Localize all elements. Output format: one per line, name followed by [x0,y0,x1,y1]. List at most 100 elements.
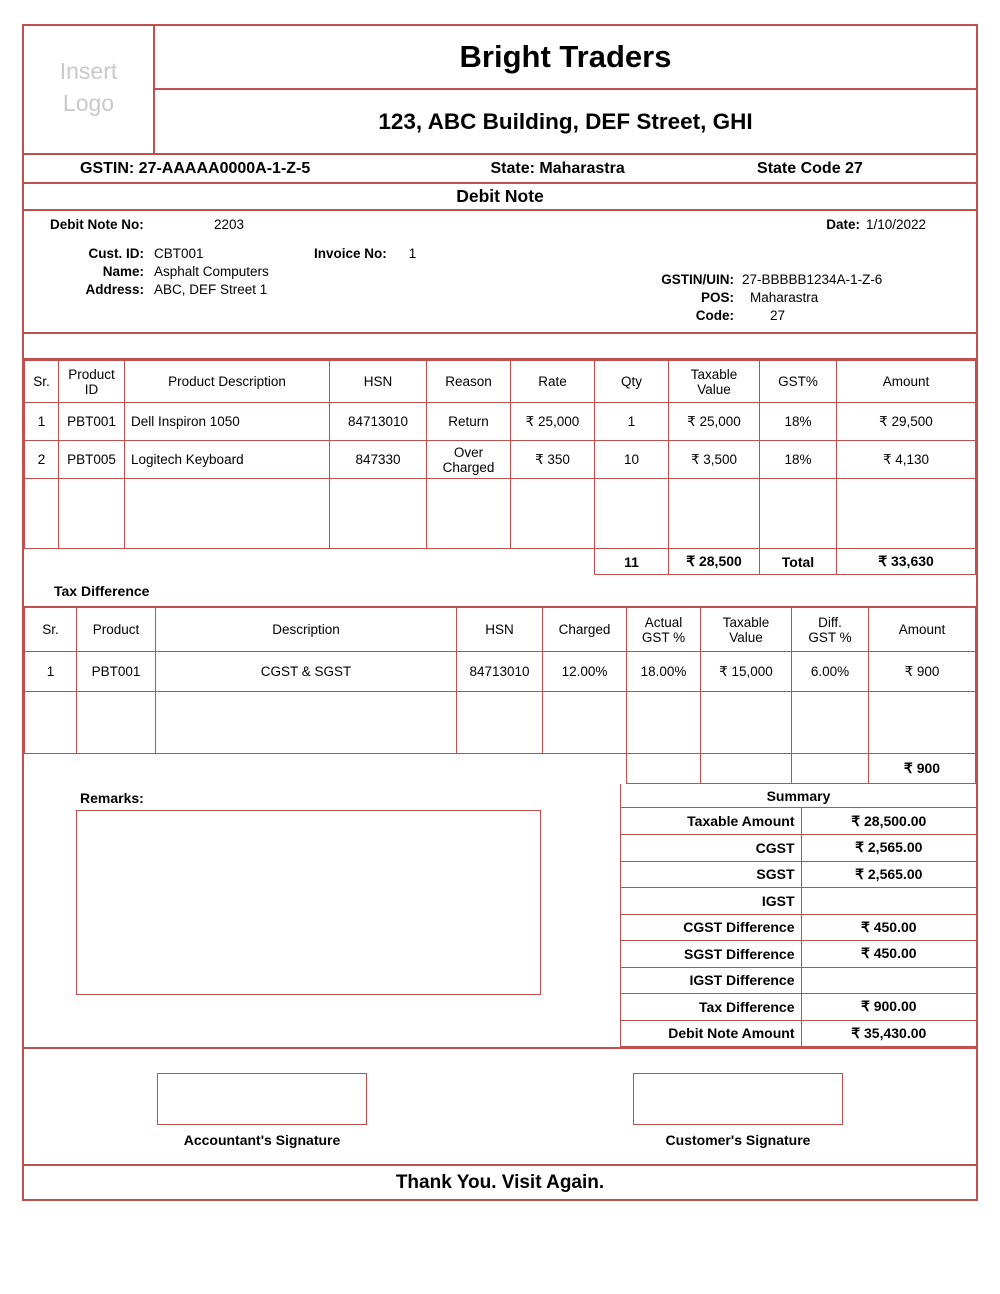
meta-block: Debit Note No: 2203 Date: 1/10/2022 Cust… [24,211,976,334]
summary-value: ₹ 2,565.00 [800,861,976,888]
masthead: Insert Logo Bright Traders 123, ABC Buil… [24,26,976,155]
items-filler-row [24,478,976,549]
date-label: Date: [826,217,860,232]
taxdiff-hsn: 84713010 [456,651,543,692]
summary-row-debit-note-amount: Debit Note Amount ₹ 35,430.00 [621,1020,976,1047]
taxdiff-amount: ₹ 900 [868,651,976,692]
logo-placeholder-line2: Logo [62,89,115,116]
item-description: Dell Inspiron 1050 [124,402,330,441]
taxdiff-total-blank [700,753,792,784]
customer-name-row: Name: Asphalt Computers [24,264,624,279]
pos-value: Maharastra [750,290,819,305]
item-description: Logitech Keyboard [124,440,330,479]
items-th-hsn: HSN [329,360,427,403]
taxdiff-actual-gst: 18.00% [626,651,701,692]
table-row: 2 PBT005 Logitech Keyboard 847330 Over C… [24,440,976,479]
taxdiff-th-actual-l2: GST % [641,629,686,645]
filler-cell [791,691,869,754]
filler-cell [836,478,976,549]
company-address: 123, ABC Building, DEF Street, GHI [155,90,976,155]
items-th-description: Product Description [124,360,330,403]
taxdiff-th-product: Product [76,607,156,652]
totals-amount: ₹ 33,630 [836,548,976,575]
summary-label: IGST Difference [621,967,802,994]
summary-value: ₹ 35,430.00 [800,1020,976,1047]
item-taxable-value: ₹ 3,500 [668,440,760,479]
thank-you-banner: Thank You. Visit Again. [24,1166,976,1201]
summary-row-sgst: SGST ₹ 2,565.00 [621,861,976,888]
customer-address-value: ABC, DEF Street 1 [154,282,268,297]
taxdiff-charged: 12.00% [542,651,627,692]
items-th-qty: Qty [594,360,669,403]
table-row: 1 PBT001 CGST & SGST 84713010 12.00% 18.… [24,651,976,692]
accountant-signature-box[interactable] [157,1073,367,1125]
summary-value [800,887,976,915]
tax-difference-table: Sr. Product Description HSN Charged Actu… [24,607,976,784]
taxdiff-th-charged: Charged [542,607,627,652]
summary-title: Summary [621,784,976,808]
taxdiff-th-taxable-l1: Taxable [722,614,770,630]
filler-cell [76,691,156,754]
items-th-rate: Rate [510,360,595,403]
summary-row-taxable-amount: Taxable Amount ₹ 28,500.00 [621,808,976,835]
gstin-uin-value: 27-BBBBB1234A-1-Z-6 [742,272,883,287]
totals-blank [329,548,427,575]
customer-signature-label: Customer's Signature [665,1132,811,1148]
customer-address-row: Address: ABC, DEF Street 1 [24,282,624,297]
filler-cell [700,691,792,754]
company-state: State: Maharastra [490,159,625,177]
gstin-uin-label: GSTIN/UIN: [661,272,734,287]
debit-note-no-row: Debit Note No: 2203 Date: 1/10/2022 [24,215,976,232]
customer-name-value: Asphalt Computers [154,264,269,279]
totals-blank [426,548,511,575]
item-qty: 1 [594,402,669,441]
cust-id-value: CBT001 [154,246,204,261]
items-table: Sr. Product ID Product Description HSN R… [24,360,976,575]
company-state-code: State Code 27 [757,159,863,177]
totals-blank [510,548,595,575]
customer-signature-box[interactable] [633,1073,843,1125]
summary-value [800,967,976,994]
filler-cell [124,478,330,549]
customer-tax-details: GSTIN/UIN: 27-BBBBB1234A-1-Z-6 POS: Maha… [624,246,976,326]
filler-cell [594,478,669,549]
spacer-band [24,334,976,360]
taxdiff-sr: 1 [24,651,77,692]
summary-row-sgst-difference: SGST Difference ₹ 450.00 [621,940,976,968]
summary-row-igst: IGST [621,887,976,915]
summary-row-igst-difference: IGST Difference [621,967,976,994]
taxdiff-diff-gst: 6.00% [791,651,869,692]
filler-cell [329,478,427,549]
summary-label: IGST [621,887,802,915]
filler-cell [868,691,976,754]
summary-table: Taxable Amount ₹ 28,500.00 CGST ₹ 2,565.… [621,808,976,1047]
customer-signature-block: Customer's Signature [500,1073,976,1164]
totals-blank [124,548,330,575]
party-details: Cust. ID: CBT001 Invoice No: 1 Name: Asp… [24,246,976,326]
summary-label: CGST Difference [621,914,802,941]
item-gst-pct: 18% [759,440,837,479]
pos-row: POS: Maharastra [624,290,976,305]
taxdiff-total-blank [76,753,156,784]
taxdiff-total-blank [542,753,627,784]
taxdiff-th-amount: Amount [868,607,976,652]
table-row: 1 PBT001 Dell Inspiron 1050 84713010 Ret… [24,402,976,441]
items-th-taxable-l2: Value [697,381,731,397]
pos-label: POS: [700,290,734,305]
summary-pane: Summary Taxable Amount ₹ 28,500.00 CGST … [621,784,976,1047]
items-th-reason: Reason [426,360,511,403]
debit-note-no-label: Debit Note No: [50,217,144,232]
taxdiff-total-blank [155,753,457,784]
logo-placeholder[interactable]: Insert Logo [24,26,155,155]
taxdiff-th-description: Description [155,607,457,652]
logo-placeholder-line1: Insert [59,58,118,85]
filler-cell [626,691,701,754]
summary-value: ₹ 900.00 [800,993,976,1021]
customer-name-label: Name: [102,264,144,279]
company-gstin: GSTIN: 27-AAAAA0000A-1-Z-5 [80,159,311,177]
remarks-input[interactable] [76,810,541,995]
cust-id-row: Cust. ID: CBT001 Invoice No: 1 [24,246,624,261]
items-th-amount: Amount [836,360,976,403]
document-title: Debit Note [24,184,976,211]
items-th-sr: Sr. [24,360,59,403]
